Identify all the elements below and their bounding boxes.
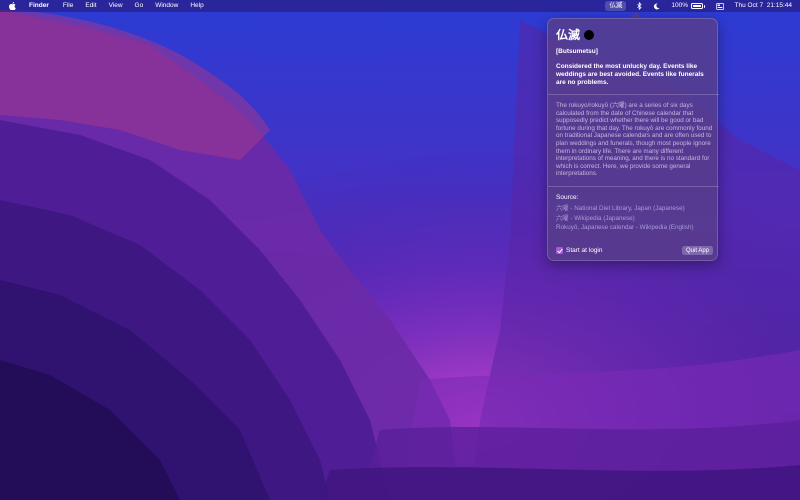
menu-clock[interactable]: Thu Oct 7 21:15:44: [735, 0, 792, 12]
source-title: Source:: [556, 194, 579, 201]
quit-app-button[interactable]: Quit App: [681, 246, 713, 255]
popover-header: 仏滅: [556, 26, 595, 43]
battery-status[interactable]: 100%: [671, 0, 705, 12]
bluetooth-icon[interactable]: [637, 2, 642, 10]
menu-edit[interactable]: Edit: [85, 0, 96, 12]
battery-percent: 100%: [671, 2, 689, 9]
divider: [548, 186, 719, 187]
menu-file[interactable]: File: [63, 0, 73, 12]
control-center-icon[interactable]: [715, 2, 724, 10]
rokuyo-title: 仏滅: [556, 28, 581, 42]
rokuyo-description: The rokuyo/rokuyō (六曜) are a series of s…: [556, 102, 713, 178]
popover-footer: Start at login Quit App: [556, 246, 713, 255]
rokuyo-popover: 仏滅 [Butsumetsu] Considered the most unlu…: [547, 18, 719, 261]
start-at-login-label: Start at login: [566, 247, 603, 254]
checkmark-icon: [557, 248, 562, 253]
menu-view[interactable]: View: [109, 0, 123, 12]
start-at-login-toggle[interactable]: Start at login: [556, 247, 603, 254]
menu-help[interactable]: Help: [190, 0, 203, 12]
battery-nub: [703, 4, 705, 8]
apple-icon[interactable]: [9, 2, 17, 11]
rokuyo-summary: Considered the most unlucky day. Events …: [556, 63, 704, 86]
battery-icon: [691, 3, 704, 9]
start-at-login-checkbox[interactable]: [556, 247, 563, 254]
source-link-wikipedia-ja[interactable]: 六曜 - Wikipedia (Japanese): [556, 214, 694, 224]
menu-bar: Finder File Edit View Go Window Help 仏滅 …: [0, 0, 800, 12]
moon-icon[interactable]: [653, 2, 660, 10]
menu-window[interactable]: Window: [155, 0, 178, 12]
source-link-wikipedia-en[interactable]: Rokuyō, Japanese calendar - Wikipedia (E…: [556, 223, 694, 233]
rokuyo-romaji: [Butsumetsu]: [556, 48, 598, 55]
source-links: 六曜 - National Diet Library, Japan (Japan…: [556, 204, 694, 233]
divider: [548, 94, 719, 95]
menu-app-finder[interactable]: Finder: [29, 0, 49, 12]
menu-go[interactable]: Go: [135, 0, 144, 12]
new-moon-icon: [584, 29, 595, 40]
rokuyo-status-item[interactable]: 仏滅: [605, 1, 627, 11]
source-link-ndl[interactable]: 六曜 - National Diet Library, Japan (Japan…: [556, 204, 694, 214]
